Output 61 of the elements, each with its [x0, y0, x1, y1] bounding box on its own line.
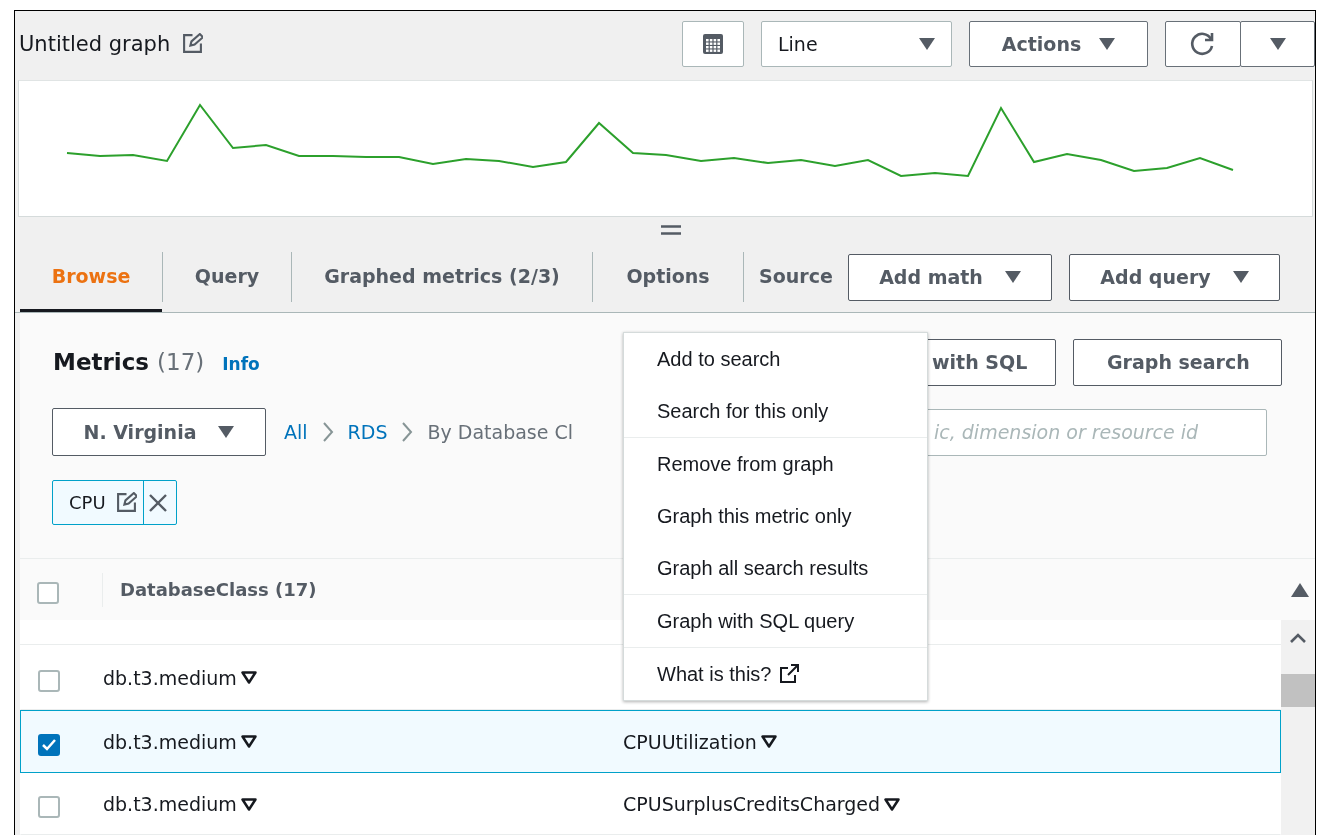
table-cell: db.t3.medium: [103, 666, 237, 689]
checkmark-icon: [42, 738, 56, 751]
metrics-count: (17): [157, 349, 205, 375]
tab[interactable]: Graphed metrics (2/3): [292, 242, 592, 312]
add-query-button[interactable]: Add query: [1069, 253, 1280, 301]
graph-search-button[interactable]: Graph search: [1073, 338, 1282, 386]
sort-icon[interactable]: [1291, 582, 1309, 597]
chevron-right-icon: [401, 421, 414, 443]
caret-down-icon: [1232, 271, 1249, 284]
table-view-button[interactable]: [682, 20, 744, 67]
caret-down-icon: [240, 671, 257, 684]
caret-down-icon: [218, 426, 235, 438]
caret-down-icon: [760, 735, 777, 748]
caret-down-icon: [1099, 37, 1116, 50]
refresh-options-button[interactable]: [1240, 20, 1315, 67]
caret-down-icon: [919, 37, 935, 50]
grid-icon: [703, 33, 723, 54]
menu-item[interactable]: What is this?: [624, 648, 927, 700]
external-link-icon: [779, 664, 800, 684]
refresh-icon: [1190, 30, 1216, 57]
menu-item[interactable]: Graph all search results: [624, 542, 927, 594]
scrollbar[interactable]: [1281, 620, 1315, 835]
scrollbar-thumb[interactable]: [1281, 674, 1315, 707]
breadcrumb-link[interactable]: All: [284, 421, 308, 443]
add-math-button[interactable]: Add math: [848, 253, 1052, 301]
edit-icon: [115, 492, 137, 513]
caret-down-icon: [240, 735, 257, 748]
tab[interactable]: Options: [593, 242, 743, 312]
row-checkbox[interactable]: [38, 733, 60, 756]
chevron-right-icon: [321, 421, 334, 443]
table-cell: db.t3.medium: [103, 730, 237, 753]
caret-down-icon: [884, 797, 901, 811]
caret-down-icon: [1269, 37, 1286, 50]
metrics-heading: Metrics: [53, 349, 150, 375]
tab[interactable]: Query: [163, 242, 291, 312]
select-all-checkbox[interactable]: [37, 581, 59, 604]
breadcrumb-link[interactable]: RDS: [347, 421, 388, 443]
region-select[interactable]: N. Virginia: [52, 408, 266, 456]
table-cell: CPUSurplusCreditsCharged: [623, 793, 881, 815]
graph-title: Untitled graph: [19, 31, 171, 56]
column-header[interactable]: DatabaseClass (17): [120, 579, 317, 600]
table-cell: CPUUtilization: [623, 730, 757, 753]
table-cell: db.t3.medium: [103, 793, 237, 815]
caret-down-icon: [240, 797, 257, 811]
refresh-button[interactable]: [1165, 20, 1241, 67]
caret-down-icon: [1004, 271, 1021, 284]
resize-handle-icon[interactable]: [661, 224, 681, 235]
chart-type-select[interactable]: Line: [761, 20, 952, 67]
edit-icon: [182, 33, 204, 55]
table-row[interactable]: db.t3.medium CPUUtilization: [20, 710, 1281, 773]
actions-button[interactable]: Actions: [969, 20, 1148, 67]
row-checkbox[interactable]: [38, 669, 60, 692]
menu-item[interactable]: Graph this metric only: [624, 490, 927, 542]
menu-item[interactable]: Graph with SQL query: [624, 595, 927, 647]
chevron-up-icon[interactable]: [1289, 632, 1307, 644]
row-checkbox[interactable]: [38, 796, 60, 818]
tab[interactable]: Source: [744, 242, 848, 312]
close-icon: [147, 492, 168, 513]
info-link[interactable]: Info: [222, 354, 260, 374]
breadcrumb-label: By Database Cl: [427, 421, 574, 443]
chip-label: CPU: [68, 492, 107, 513]
